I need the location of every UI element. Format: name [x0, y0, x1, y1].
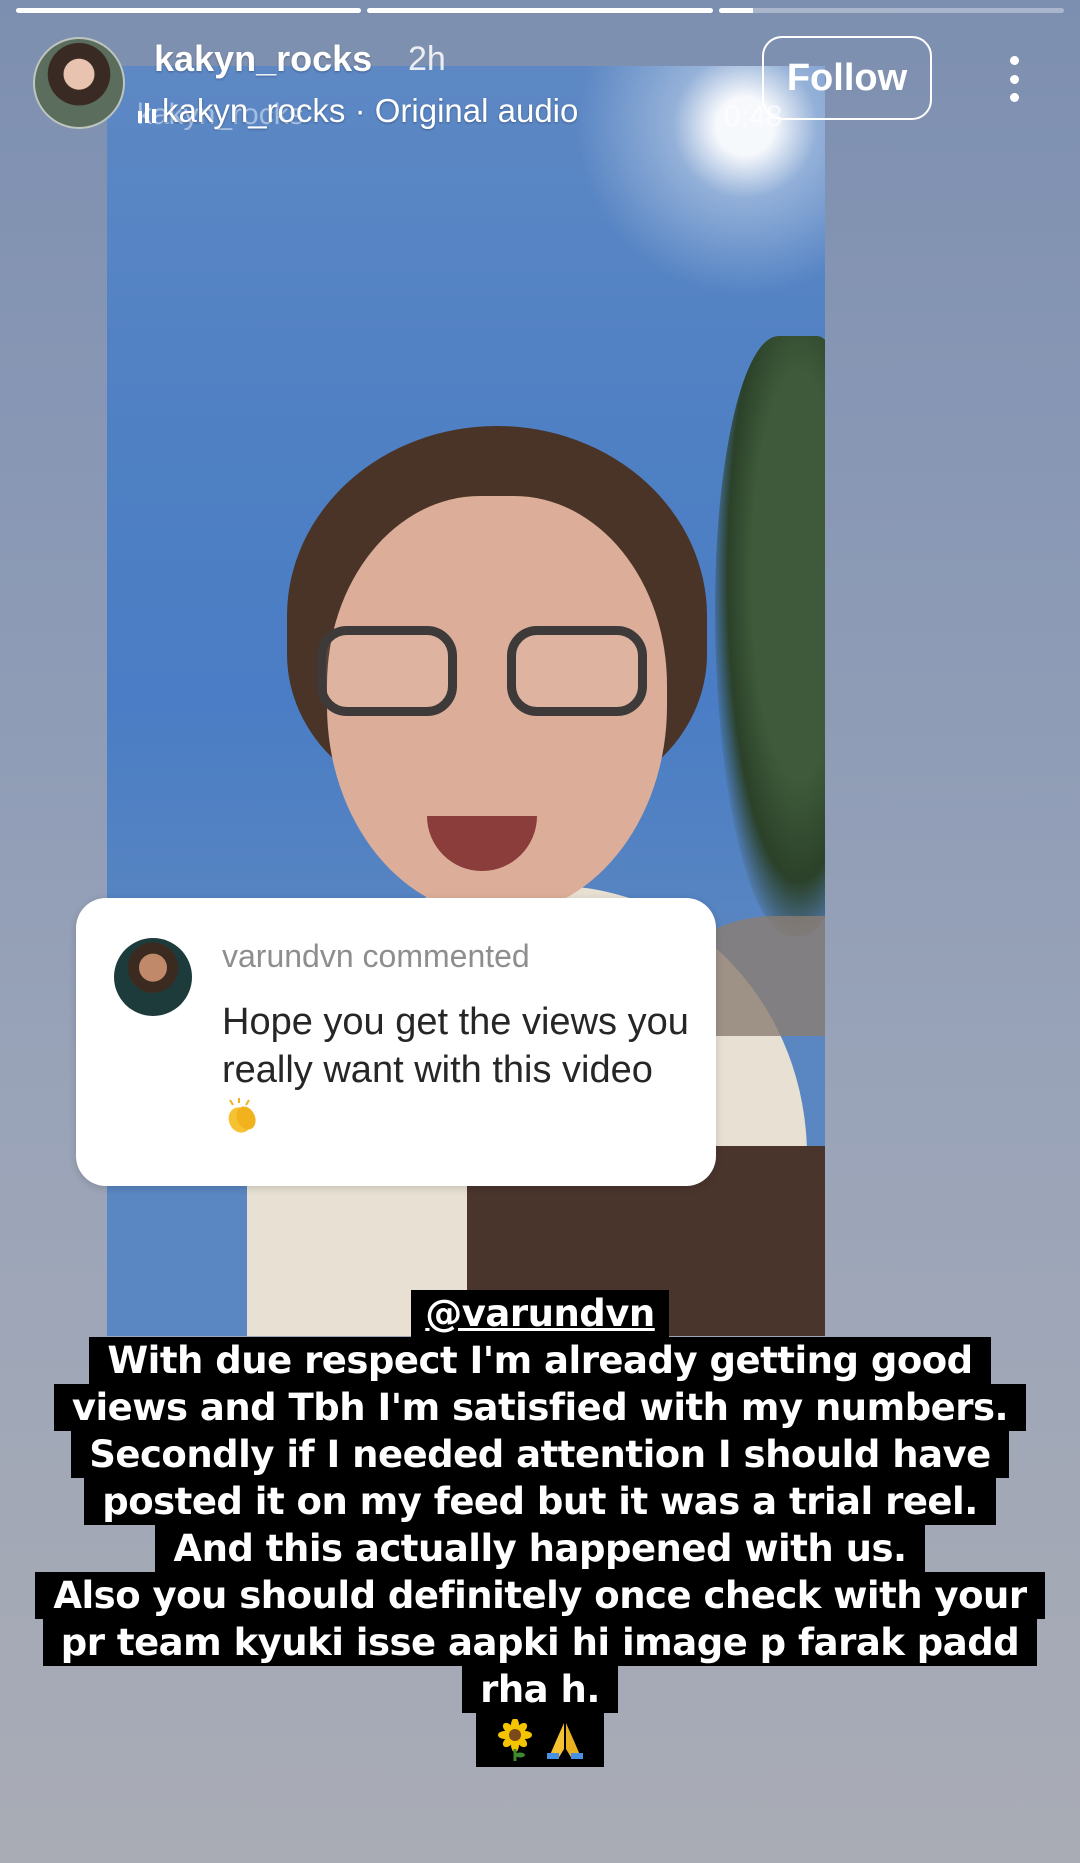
- caption-line: views and Tbh I'm satisfied with my numb…: [53, 1384, 1027, 1431]
- caption-line: posted it on my feed but it was a trial …: [84, 1478, 996, 1525]
- comment-text: Hope you get the views you really want w…: [222, 998, 692, 1142]
- follow-button[interactable]: Follow: [762, 36, 932, 120]
- time-ago: 2h: [408, 40, 446, 78]
- caption-line: Secondly if I needed attention I should …: [71, 1431, 1009, 1478]
- audio-label: kakyn_rocks · Original audio: [162, 92, 579, 129]
- audio-row[interactable]: kakyn_rocks · Original audio: [138, 92, 578, 130]
- folded-hands-icon: [547, 1723, 583, 1759]
- progress-segment-2: [367, 8, 713, 13]
- progress-segment-1: [16, 8, 362, 13]
- comment-sticker[interactable]: varundvn commented Hope you get the view…: [76, 898, 716, 1186]
- caption-emojis: [476, 1713, 604, 1767]
- audio-bars-icon: [138, 99, 156, 123]
- caption-line: pr team kyuki isse aapki hi image p fara…: [42, 1619, 1038, 1666]
- caption-line: rha h.: [462, 1666, 618, 1713]
- commenter-label: varundvn commented: [222, 938, 530, 974]
- more-options-icon[interactable]: [1004, 56, 1024, 102]
- story-progress: [16, 8, 1064, 13]
- caption-mention[interactable]: @varundvn: [411, 1290, 669, 1337]
- progress-segment-3: [718, 8, 1064, 13]
- comment-body: Hope you get the views you really want w…: [222, 1001, 689, 1091]
- commenter-avatar: [114, 938, 192, 1016]
- clapping-hands-icon: [228, 1098, 256, 1133]
- caption-block: @varundvn With due respect I'm already g…: [0, 1290, 1080, 1767]
- caption-line: Also you should definitely once check wi…: [35, 1572, 1045, 1619]
- avatar[interactable]: [33, 37, 125, 129]
- username[interactable]: kakyn_rocks: [154, 38, 372, 80]
- caption-line: And this actually happened with us.: [155, 1525, 925, 1572]
- caption-line: With due respect I'm already getting goo…: [89, 1337, 991, 1384]
- sunflower-icon: [498, 1719, 532, 1761]
